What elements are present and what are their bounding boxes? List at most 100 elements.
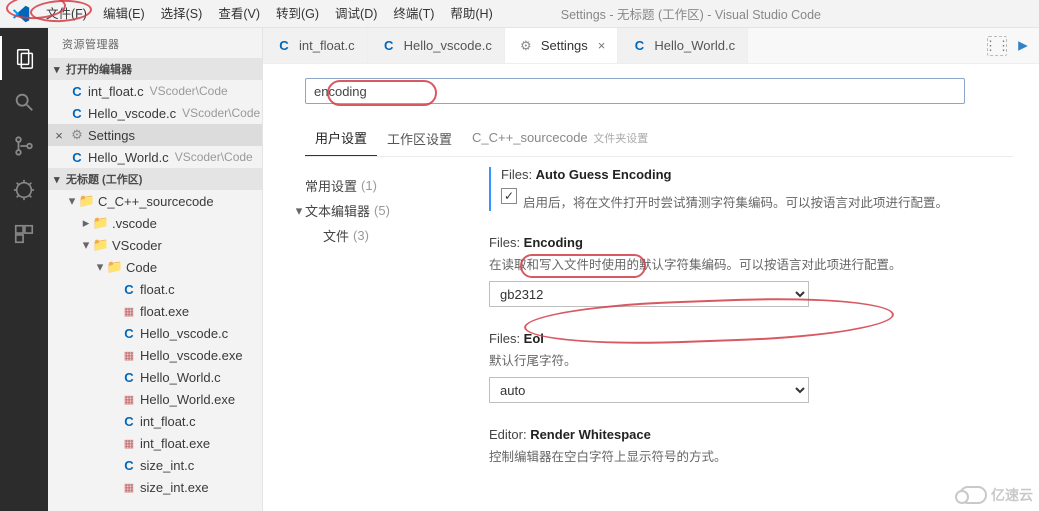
tree-item[interactable]: C int_float.c <box>48 410 262 432</box>
open-editors-header[interactable]: ▾打开的编辑器 <box>48 58 262 80</box>
menu-item[interactable]: 选择(S) <box>153 0 211 28</box>
file-name: Hello_World.c <box>88 150 169 165</box>
tab-label: Hello_vscode.c <box>404 38 492 53</box>
source-control-icon[interactable] <box>0 124 48 168</box>
tree-item[interactable]: C Hello_World.c <box>48 366 262 388</box>
tree-item-label: Hello_World.c <box>140 370 221 385</box>
close-icon[interactable]: × <box>52 128 66 143</box>
tree-item-label: Code <box>126 260 157 275</box>
menu-item[interactable]: 转到(G) <box>268 0 327 28</box>
twisty-icon[interactable]: ▸ <box>80 215 92 231</box>
settings-search[interactable] <box>305 78 965 104</box>
tree-item[interactable]: ▦ float.exe <box>48 300 262 322</box>
exe-file-icon: ▦ <box>120 349 138 362</box>
c-file-icon: C <box>120 458 138 473</box>
tree-item-label: size_int.c <box>140 458 194 473</box>
settings-editor: 用户设置 工作区设置 C_C++_sourcecode 文件夹设置 常用设置(1… <box>263 64 1039 511</box>
menubar: 文件(F)编辑(E)选择(S)查看(V)转到(G)调试(D)终端(T)帮助(H)… <box>0 0 1039 28</box>
scope-folder[interactable]: C_C++_sourcecode 文件夹设置 <box>462 124 658 154</box>
extensions-icon[interactable] <box>0 212 48 256</box>
editor-tab[interactable]: C int_float.c <box>263 28 368 63</box>
twisty-icon[interactable]: ▾ <box>94 259 106 275</box>
folder-icon: 📁 <box>106 259 124 275</box>
tree-item[interactable]: C size_int.c <box>48 454 262 476</box>
menu-item[interactable]: 文件(F) <box>38 0 95 28</box>
editor-tab[interactable]: C Hello_World.c <box>618 28 748 63</box>
debug-icon[interactable] <box>0 168 48 212</box>
exe-file-icon: ▦ <box>120 481 138 494</box>
setting-files-eol: Files: Eol 默认行尾字符。 auto <box>489 331 989 403</box>
explorer-icon[interactable] <box>0 36 48 80</box>
encoding-select[interactable]: gb2312 <box>489 281 809 307</box>
auto-guess-checkbox[interactable]: ✓ 启用后，将在文件打开时尝试猜测字符集编码。可以按语言对此项进行配置。 <box>501 188 989 211</box>
c-file-icon: C <box>120 414 138 429</box>
file-name: Settings <box>88 128 135 143</box>
setting-auto-guess-encoding: Files: Auto Guess Encoding ✓ 启用后，将在文件打开时… <box>489 167 989 211</box>
tree-item[interactable]: ▦ int_float.exe <box>48 432 262 454</box>
twisty-icon[interactable]: ▾ <box>66 193 78 209</box>
open-editor-item[interactable]: × ⚙ Settings <box>48 124 262 146</box>
window-title: Settings - 无标题 (工作区) - Visual Studio Cod… <box>561 4 821 23</box>
tree-item-label: float.c <box>140 282 175 297</box>
tab-label: Hello_World.c <box>654 38 735 53</box>
tree-item[interactable]: ▦ Hello_vscode.exe <box>48 344 262 366</box>
tree-item[interactable]: ▦ Hello_World.exe <box>48 388 262 410</box>
c-file-icon: C <box>120 370 138 385</box>
tree-item[interactable]: ▾ 📁 Code <box>48 256 262 278</box>
workspace-header[interactable]: ▾无标题 (工作区) <box>48 168 262 190</box>
menu-item[interactable]: 查看(V) <box>210 0 268 28</box>
tree-item[interactable]: ▾ 📁 VScoder <box>48 234 262 256</box>
folder-icon: 📁 <box>92 215 110 231</box>
split-editor-icon[interactable]: ⋮⋮ <box>987 36 1007 56</box>
open-editor-item[interactable]: C Hello_vscode.c VScoder\Code <box>48 102 262 124</box>
settings-list[interactable]: Files: Auto Guess Encoding ✓ 启用后，将在文件打开时… <box>469 167 1013 511</box>
menu-item[interactable]: 帮助(H) <box>442 0 500 28</box>
c-file-icon: C <box>68 150 86 165</box>
toc-common[interactable]: 常用设置(1) <box>305 173 469 198</box>
settings-search-input[interactable] <box>314 84 956 99</box>
tab-label: int_float.c <box>299 38 355 53</box>
tree-item-label: Hello_vscode.c <box>140 326 228 341</box>
tree-item[interactable]: C float.c <box>48 278 262 300</box>
tree-item[interactable]: ▾ 📁 C_C++_sourcecode <box>48 190 262 212</box>
tree-item[interactable]: ▦ size_int.exe <box>48 476 262 498</box>
eol-select[interactable]: auto <box>489 377 809 403</box>
tree-item[interactable]: C Hello_vscode.c <box>48 322 262 344</box>
settings-toc: 常用设置(1) ▾文本编辑器(5) 文件(3) <box>289 167 469 511</box>
setting-render-whitespace: Editor: Render Whitespace 控制编辑器在空白字符上显示符… <box>489 427 989 465</box>
search-icon[interactable] <box>0 80 48 124</box>
open-editor-item[interactable]: C Hello_World.c VScoder\Code <box>48 146 262 168</box>
sidebar-title: 资源管理器 <box>48 28 262 58</box>
cloud-icon <box>959 486 987 504</box>
watermark: 亿速云 <box>959 485 1033 505</box>
menu-item[interactable]: 终端(T) <box>385 0 442 28</box>
file-path-hint: VScoder\Code <box>175 150 253 164</box>
tree-item[interactable]: ▸ 📁 .vscode <box>48 212 262 234</box>
tree-item-label: .vscode <box>112 216 157 231</box>
c-file-icon: C <box>68 84 86 99</box>
close-icon[interactable]: × <box>598 38 606 53</box>
editor-actions: ⋮⋮ <box>987 28 1039 63</box>
more-actions-icon[interactable] <box>1013 36 1033 56</box>
scope-user[interactable]: 用户设置 <box>305 122 377 156</box>
explorer-sidebar: 资源管理器 ▾打开的编辑器 C int_float.c VScoder\Code… <box>48 28 263 511</box>
editor-tab[interactable]: ⚙ Settings × <box>505 28 619 63</box>
menu-item[interactable]: 调试(D) <box>327 0 385 28</box>
tree-item-label: int_float.exe <box>140 436 210 451</box>
toc-files[interactable]: 文件(3) <box>305 223 469 248</box>
c-file-icon: C <box>68 106 86 121</box>
toc-text-editor[interactable]: ▾文本编辑器(5) <box>305 198 469 223</box>
editor-tab[interactable]: C Hello_vscode.c <box>368 28 505 63</box>
c-file-icon: C <box>120 282 138 297</box>
open-editor-item[interactable]: C int_float.c VScoder\Code <box>48 80 262 102</box>
tree-item-label: C_C++_sourcecode <box>98 194 214 209</box>
tree-item-label: Hello_vscode.exe <box>140 348 243 363</box>
checkmark-icon[interactable]: ✓ <box>501 188 517 204</box>
menu-item[interactable]: 编辑(E) <box>95 0 153 28</box>
vscode-logo-icon <box>10 3 32 25</box>
exe-file-icon: ▦ <box>120 393 138 406</box>
c-file-icon: C <box>630 38 648 53</box>
twisty-icon[interactable]: ▾ <box>80 237 92 253</box>
editor-area: C int_float.c C Hello_vscode.c ⚙ Setting… <box>263 28 1039 511</box>
scope-workspace[interactable]: 工作区设置 <box>377 123 462 156</box>
